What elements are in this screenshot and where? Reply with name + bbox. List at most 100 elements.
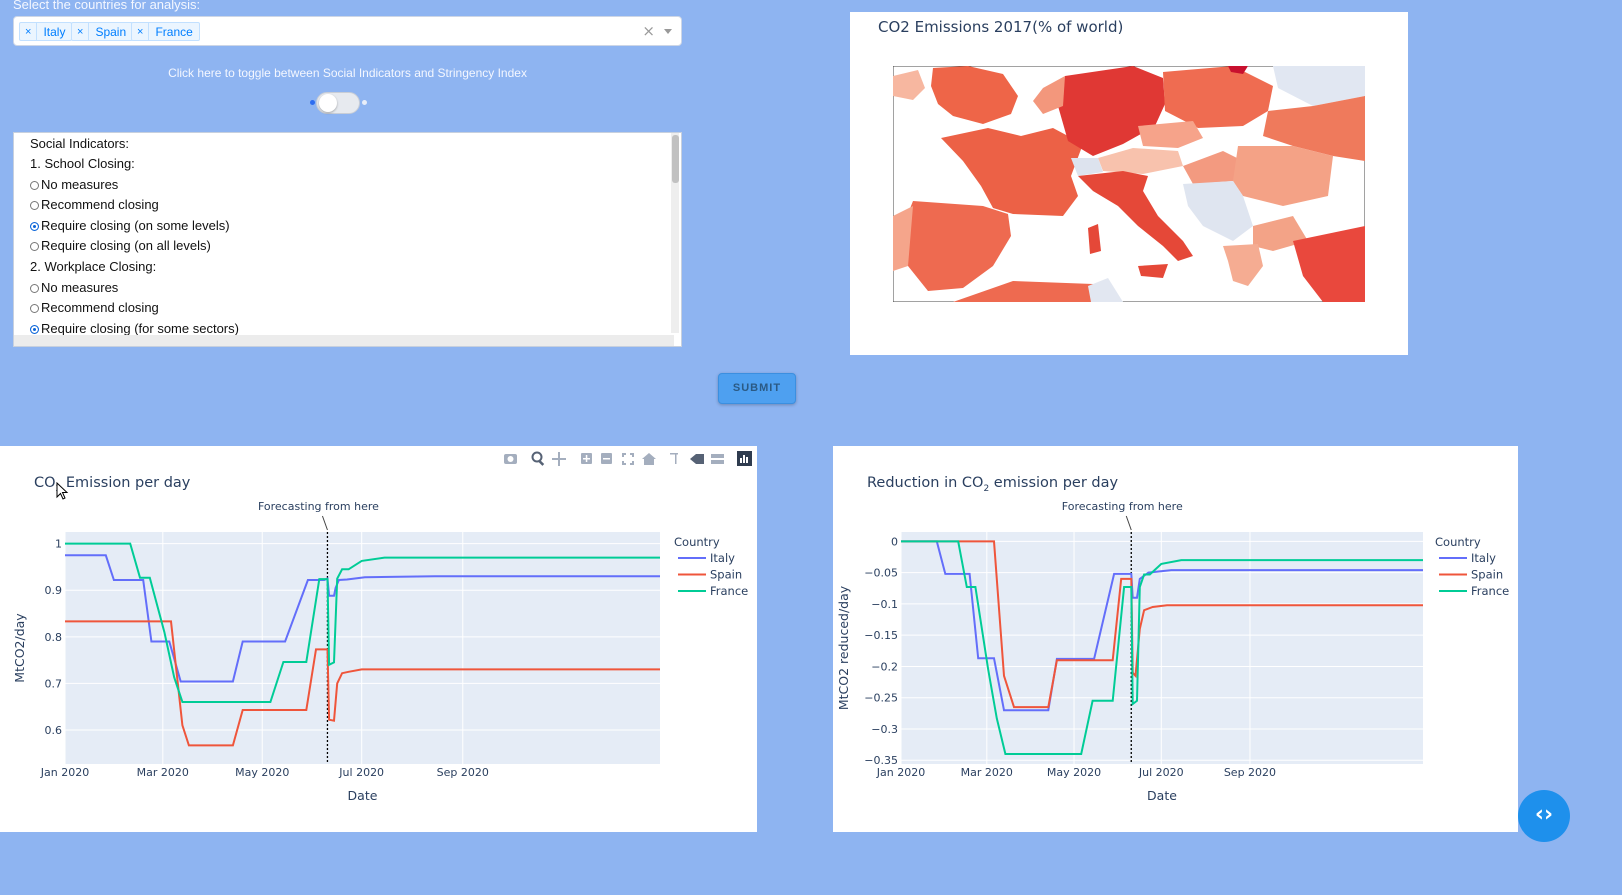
horizontal-scrollbar[interactable] — [14, 335, 674, 346]
legend-item-italy[interactable]: Italy — [1471, 551, 1496, 565]
x-tick-label: Jan 2020 — [876, 766, 925, 779]
radio-button[interactable] — [30, 242, 39, 251]
y-tick-label: −0.3 — [871, 723, 898, 736]
tag-label: Spain — [95, 24, 127, 39]
code-toggle-button[interactable]: ‹› — [1518, 790, 1570, 842]
legend-item-france[interactable]: France — [1471, 584, 1509, 598]
tag-italy[interactable]: × Italy — [19, 22, 73, 41]
plotly-modebar — [504, 451, 752, 466]
country-multiselect[interactable]: × Italy × Spain × France × — [13, 16, 682, 46]
annotation-arrow — [321, 515, 328, 531]
clear-selection-icon[interactable]: × — [642, 22, 655, 40]
remove-tag-icon[interactable]: × — [132, 23, 150, 40]
mouse-cursor-icon — [56, 482, 69, 500]
zoom-in-icon[interactable] — [581, 453, 592, 464]
annotation-arrow — [1125, 515, 1132, 531]
plotly-logo-icon[interactable] — [737, 451, 752, 466]
radio-button[interactable] — [30, 201, 39, 210]
camera-icon[interactable] — [504, 454, 517, 464]
annotation-forecasting: Forecasting from here — [1062, 500, 1183, 513]
x-tick-label: Mar 2020 — [137, 766, 189, 779]
chart-title-part: emission per day — [989, 475, 1119, 491]
option-label: Require closing (on all levels) — [41, 238, 211, 253]
x-tick-label: May 2020 — [235, 766, 289, 779]
radio-button[interactable] — [30, 304, 39, 313]
map-title: CO2 Emissions 2017(% of world) — [878, 18, 1124, 36]
pan-icon[interactable] — [552, 452, 566, 466]
legend-title: Country — [674, 535, 720, 549]
option-label: Recommend closing — [41, 197, 159, 212]
option-school-3[interactable]: Require closing (on all levels) — [30, 236, 211, 256]
tag-spain[interactable]: × Spain — [71, 22, 134, 41]
radio-button-selected[interactable] — [30, 222, 39, 231]
toggle-knob[interactable] — [319, 94, 337, 112]
radio-button-selected[interactable] — [30, 325, 39, 334]
social-indicators-panel: Social Indicators: 1. School Closing: No… — [13, 132, 682, 347]
vertical-scrollbar-thumb[interactable] — [672, 135, 679, 183]
y-tick-label: −0.2 — [871, 660, 898, 673]
y-tick-label: 0.9 — [45, 584, 63, 597]
hover-compare-icon[interactable] — [711, 454, 724, 464]
indicators-heading: Social Indicators: — [30, 136, 129, 151]
map-region-romania[interactable] — [1233, 146, 1333, 206]
chart-title-part: Reduction in CO — [867, 475, 984, 491]
x-tick-label: Jan 2020 — [40, 766, 89, 779]
y-tick-label: −0.05 — [864, 567, 898, 580]
legend-item-france[interactable]: France — [710, 584, 748, 598]
option-label: Recommend closing — [41, 300, 159, 315]
dropdown-arrow-icon[interactable] — [664, 29, 672, 34]
zoom-icon[interactable] — [531, 451, 545, 466]
indicator-toggle-switch[interactable] — [316, 92, 360, 114]
country-select-label: Select the countries for analysis: — [13, 0, 201, 12]
x-axis-title: Date — [1147, 788, 1177, 803]
group-title-school: 1. School Closing: — [30, 156, 135, 171]
y-tick-label: 0 — [891, 535, 898, 548]
toggle-label: Click here to toggle between Social Indi… — [168, 66, 527, 80]
option-label: No measures — [41, 177, 119, 192]
co2-choropleth-map[interactable] — [893, 66, 1365, 302]
annotation-forecasting: Forecasting from here — [258, 500, 379, 513]
y-tick-label: −0.25 — [864, 692, 898, 705]
option-label: Require closing (for some sectors) — [41, 321, 239, 336]
y-axis-title: MtCO2 reduced/day — [836, 585, 851, 710]
hover-closest-icon[interactable] — [690, 454, 704, 464]
zoom-out-icon[interactable] — [601, 453, 612, 464]
x-tick-label: Sep 2020 — [437, 766, 489, 779]
submit-button[interactable]: SUBMIT — [718, 373, 796, 404]
legend-item-spain[interactable]: Spain — [1471, 568, 1503, 582]
reduction-line-chart[interactable]: Jan 2020 Mar 2020 May 2020 Jul 2020 Sep 2020… — [833, 490, 1518, 820]
option-work-1[interactable]: Recommend closing — [30, 298, 159, 318]
map-region-sicily[interactable] — [1138, 264, 1168, 278]
y-tick-label: 1 — [55, 538, 62, 551]
y-tick-label: −0.15 — [864, 629, 898, 642]
option-label: Require closing (on some levels) — [41, 218, 230, 233]
tag-label: Italy — [43, 24, 66, 39]
y-tick-label: 0.8 — [45, 631, 63, 644]
chart-title-part: CO — [34, 475, 56, 491]
option-work-0[interactable]: No measures — [30, 278, 118, 298]
option-school-0[interactable]: No measures — [30, 175, 118, 195]
toggle-right-dot — [362, 100, 367, 105]
autoscale-icon[interactable] — [622, 453, 634, 465]
toggle-left-dot — [310, 100, 315, 105]
chart-title-part: Emission per day — [61, 475, 191, 491]
legend-item-spain[interactable]: Spain — [710, 568, 742, 582]
remove-tag-icon[interactable]: × — [20, 23, 38, 40]
radio-button[interactable] — [30, 181, 39, 190]
group-title-workplace: 2. Workplace Closing: — [30, 259, 157, 274]
tag-france[interactable]: × France — [131, 22, 200, 41]
option-school-1[interactable]: Recommend closing — [30, 195, 159, 215]
x-tick-label: Mar 2020 — [961, 766, 1013, 779]
remove-tag-icon[interactable]: × — [72, 23, 90, 40]
x-tick-label: Jul 2020 — [1138, 766, 1184, 779]
legend-item-italy[interactable]: Italy — [710, 551, 735, 565]
radio-button[interactable] — [30, 284, 39, 293]
tag-label: France — [155, 24, 193, 39]
emission-line-chart[interactable]: Jan 2020 Mar 2020 May 2020 Jul 2020 Sep 2020… — [0, 490, 757, 820]
y-tick-label: −0.35 — [864, 754, 898, 767]
home-icon[interactable] — [642, 453, 656, 465]
spike-lines-icon[interactable] — [670, 453, 678, 464]
option-school-2[interactable]: Require closing (on some levels) — [30, 216, 230, 236]
x-tick-label: Jul 2020 — [338, 766, 384, 779]
plot-area[interactable] — [65, 532, 660, 764]
